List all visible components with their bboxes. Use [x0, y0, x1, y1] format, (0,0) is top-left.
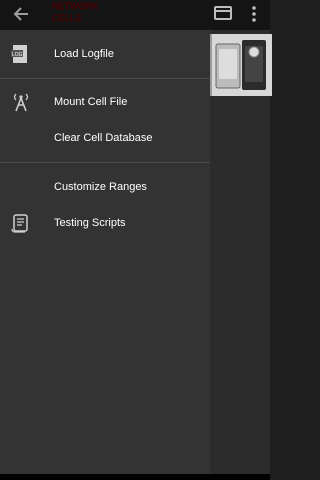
cell-tower-icon	[13, 93, 29, 112]
main-content	[210, 30, 272, 474]
bottom-strip	[0, 474, 270, 480]
navigation-drawer: LOG Load Logfile Mount Cell File Clear C…	[0, 30, 210, 474]
drawer-item-label: Mount Cell File	[54, 96, 128, 108]
drawer-item-label: Load Logfile	[54, 48, 114, 60]
drawer-item-testing-scripts[interactable]: Testing Scripts	[0, 205, 210, 241]
phone-image-icon	[215, 40, 266, 90]
card-icon[interactable]	[213, 3, 233, 23]
svg-text:LOG: LOG	[12, 52, 23, 58]
drawer-item-load-logfile[interactable]: LOG Load Logfile	[0, 36, 210, 72]
drawer-item-label: Customize Ranges	[54, 181, 147, 193]
log-file-icon: LOG	[11, 45, 27, 63]
phone-thumbnail[interactable]	[210, 34, 272, 96]
divider	[0, 78, 210, 79]
brand-logo: NETWORK CELLS	[52, 1, 99, 23]
divider	[0, 162, 210, 163]
overflow-menu-icon[interactable]	[247, 3, 261, 25]
drawer-item-mount-cell-file[interactable]: Mount Cell File	[0, 84, 210, 120]
app-bar: NETWORK CELLS	[0, 0, 270, 30]
drawer-item-label: Testing Scripts	[54, 217, 126, 229]
drawer-item-label: Clear Cell Database	[54, 132, 153, 144]
script-scroll-icon	[11, 214, 28, 233]
back-arrow-icon[interactable]	[10, 3, 32, 25]
drawer-item-customize-ranges[interactable]: Customize Ranges	[0, 169, 210, 205]
drawer-item-clear-cell-database[interactable]: Clear Cell Database	[0, 120, 210, 156]
